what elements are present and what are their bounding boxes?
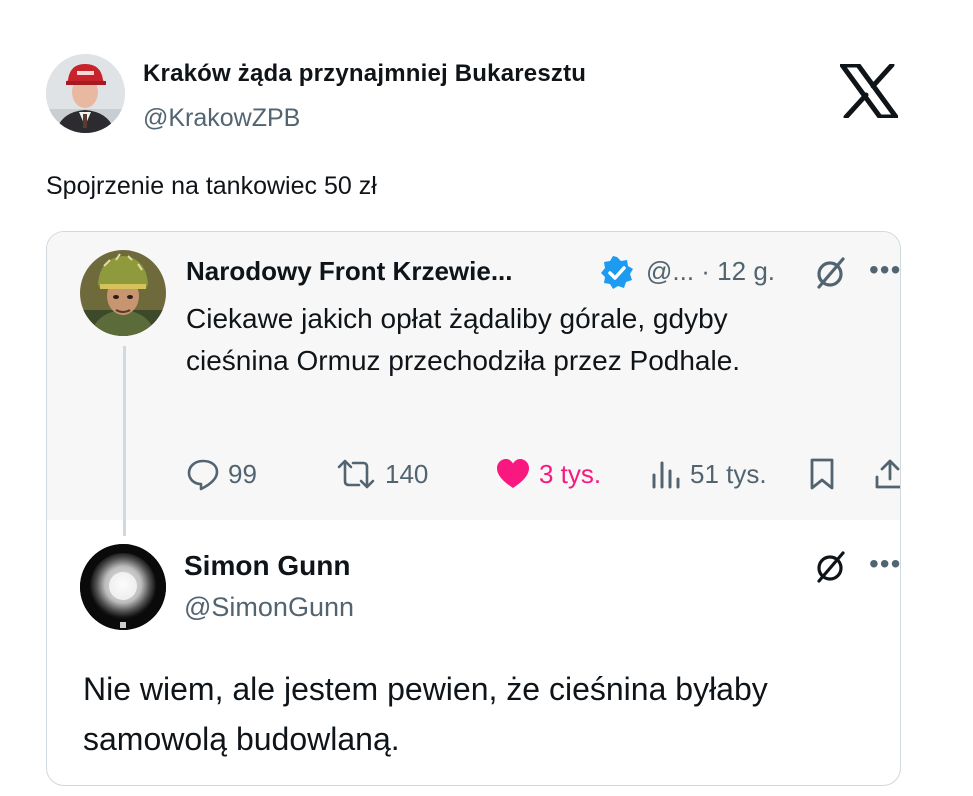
reply-icon — [187, 459, 219, 491]
heart-icon — [497, 459, 529, 488]
reply-author-avatar[interactable] — [80, 544, 166, 630]
tweet-text: Spojrzenie na tankowiec 50 zł — [46, 172, 377, 200]
views-action[interactable]: 51 tys. — [650, 457, 767, 491]
views-icon — [652, 461, 680, 489]
bookmark-button[interactable] — [807, 457, 837, 491]
repost-action[interactable]: 140 — [335, 457, 428, 491]
share-button[interactable] — [873, 457, 900, 491]
reply-author-name[interactable]: Simon Gunn — [184, 550, 350, 582]
like-action[interactable]: 3 tys. — [495, 457, 601, 491]
grok-icon[interactable] — [814, 256, 848, 290]
grok-icon[interactable] — [814, 550, 848, 584]
quoted-author-avatar[interactable] — [80, 250, 166, 336]
author-avatar[interactable] — [46, 54, 125, 133]
bookmark-icon — [810, 458, 834, 490]
author-handle[interactable]: @KrakowZPB — [143, 104, 300, 133]
reply-text: Nie wiem, ale jestem pewien, że cieśnina… — [83, 671, 768, 757]
author-name[interactable]: Kraków żąda przynajmniej Bukaresztu — [143, 60, 586, 88]
views-count: 51 tys. — [690, 458, 767, 489]
reply-action[interactable]: 99 — [186, 457, 257, 491]
quoted-thread-card[interactable]: Narodowy Front Krzewie... @... · 12 g. •… — [46, 231, 901, 786]
share-icon — [875, 459, 900, 489]
more-options-icon[interactable]: ••• — [869, 548, 900, 580]
thread-connector-line — [123, 346, 126, 536]
quoted-tweet-text: Ciekawe jakich opłat żądaliby górale, gd… — [186, 303, 741, 376]
x-logo-icon[interactable] — [839, 62, 899, 120]
quoted-handle-time[interactable]: @... · 12 g. — [646, 256, 775, 287]
repost-count: 140 — [385, 458, 429, 489]
more-options-icon[interactable]: ••• — [869, 254, 900, 286]
quoted-author-name[interactable]: Narodowy Front Krzewie... — [186, 256, 513, 287]
verified-badge-icon — [600, 256, 634, 290]
reply-author-handle[interactable]: @SimonGunn — [184, 592, 354, 623]
like-count: 3 tys. — [539, 458, 602, 489]
repost-icon — [337, 459, 375, 489]
reply-count: 99 — [228, 458, 257, 489]
